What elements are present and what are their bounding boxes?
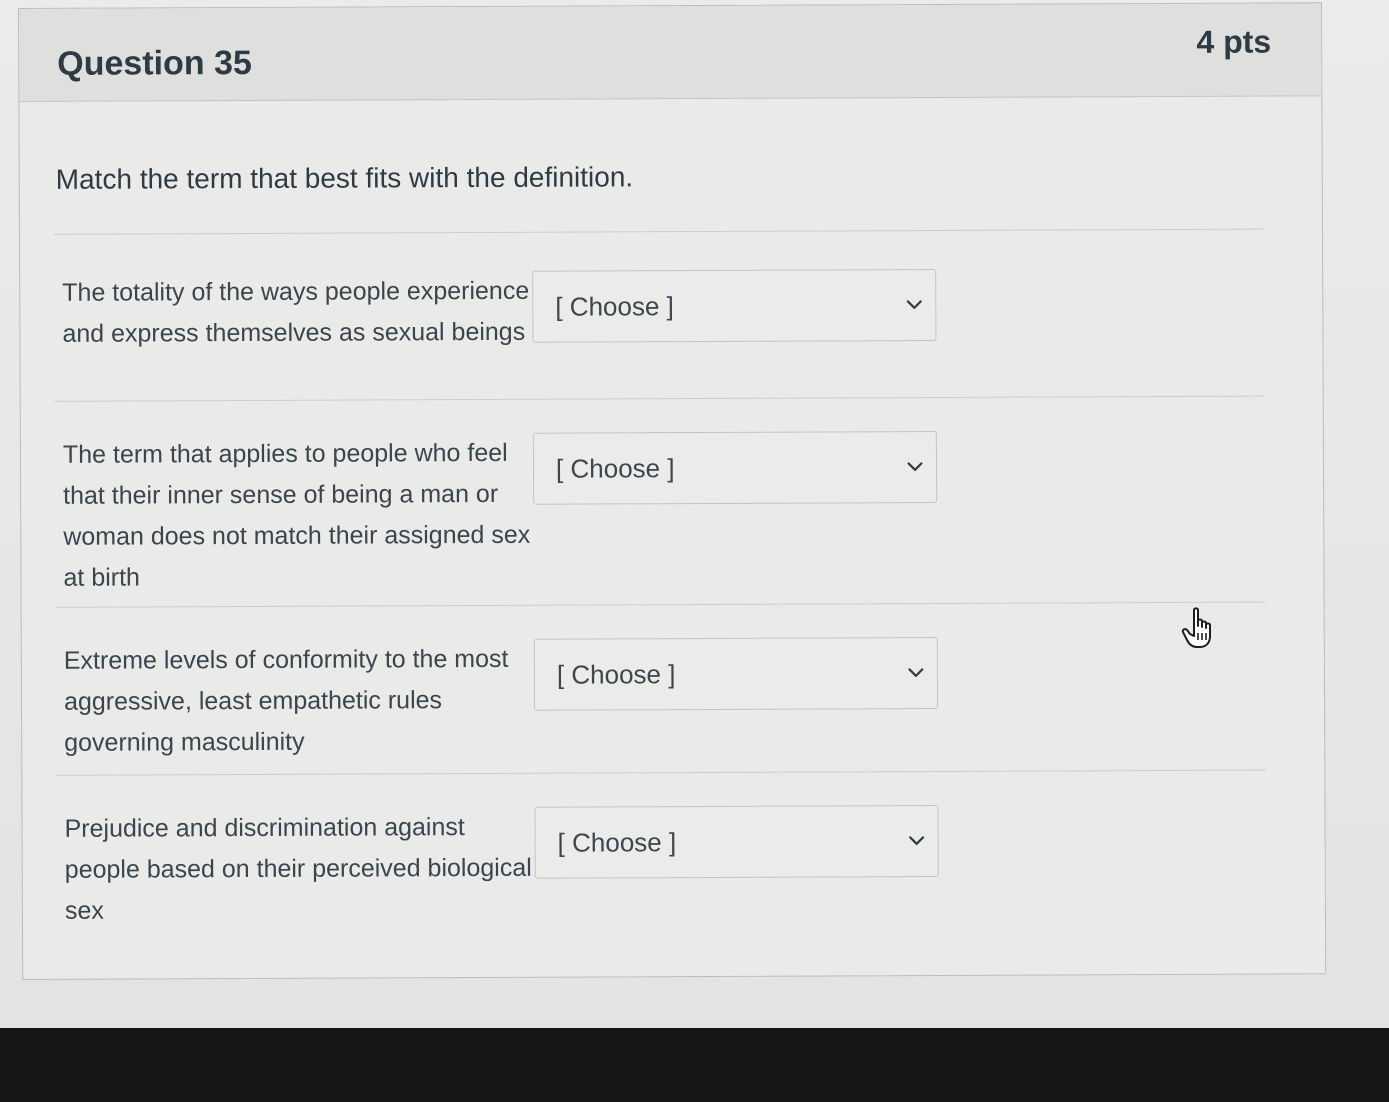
screen-bezel	[0, 1028, 1389, 1102]
divider	[56, 769, 1267, 776]
chevron-down-icon	[907, 462, 923, 471]
question-header: Question 35 4 pts	[19, 3, 1322, 102]
question-title: Question 35	[57, 43, 252, 83]
chevron-down-icon	[906, 300, 922, 309]
match-term: Extreme levels of conformity to the most…	[63, 644, 509, 757]
divider	[53, 228, 1264, 235]
match-term: The term that applies to people who feel…	[62, 438, 531, 592]
match-row: The totality of the ways people experien…	[56, 268, 1276, 348]
question-card: Question 35 4 pts Match the term that be…	[18, 2, 1327, 980]
chevron-down-icon	[909, 836, 925, 845]
match-term: Prejudice and discrimination against peo…	[64, 813, 532, 925]
divider	[54, 395, 1265, 402]
dropdown-selected-value: [ Choose ]	[557, 827, 677, 858]
answer-dropdown[interactable]: [ Choose ]	[532, 268, 937, 343]
dropdown-selected-value: [ Choose ]	[555, 291, 674, 322]
match-row: Extreme levels of conformity to the most…	[58, 636, 1278, 757]
dropdown-selected-value: [ Choose ]	[556, 659, 676, 690]
match-row: Prejudice and discrimination against peo…	[58, 804, 1278, 925]
answer-dropdown[interactable]: [ Choose ]	[533, 636, 939, 711]
dropdown-selected-value: [ Choose ]	[555, 453, 675, 484]
divider	[55, 601, 1266, 608]
question-points: 4 pts	[1196, 23, 1272, 60]
chevron-down-icon	[908, 668, 924, 677]
hand-pointer-icon	[1181, 607, 1211, 648]
answer-dropdown[interactable]: [ Choose ]	[534, 804, 939, 879]
answer-dropdown[interactable]: [ Choose ]	[532, 430, 938, 505]
match-row: The term that applies to people who feel…	[57, 430, 1277, 592]
match-term: The totality of the ways people experien…	[62, 276, 530, 348]
question-prompt: Match the term that best fits with the d…	[55, 161, 634, 195]
